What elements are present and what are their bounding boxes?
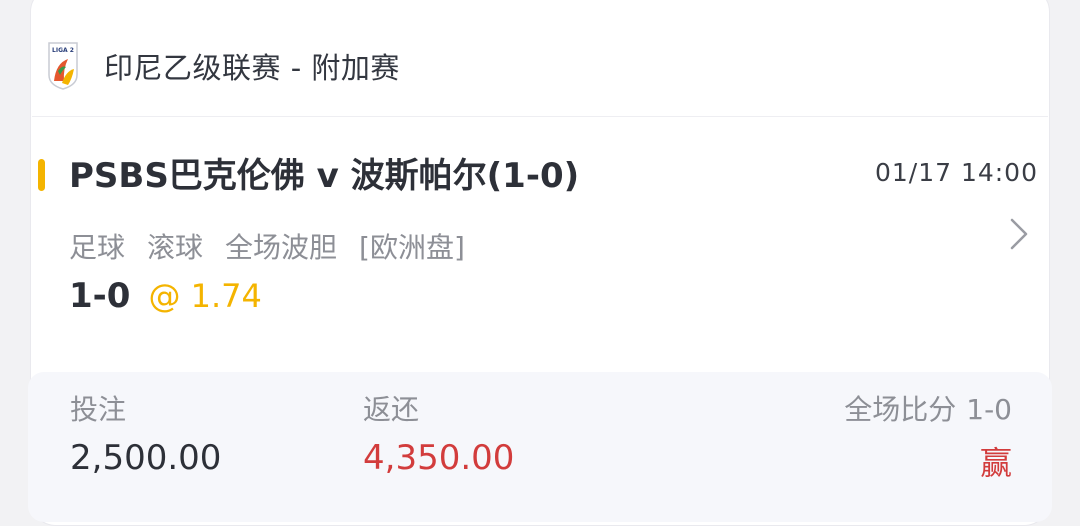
result-label: 全场比分	[844, 393, 957, 426]
stake-value: 2,500.00	[70, 438, 222, 478]
return-value: 4,350.00	[363, 438, 515, 478]
bet-type-odds-format: [欧洲盘]	[359, 231, 465, 264]
result-score: 1-0	[966, 393, 1012, 426]
match-accent-bar	[38, 159, 45, 191]
svg-text:LIGA 2: LIGA 2	[52, 47, 74, 54]
return-label: 返还	[363, 393, 420, 426]
match-time: 01/17 14:00	[874, 158, 1038, 187]
result-column: 全场比分 1-0 赢	[844, 388, 1012, 484]
selection-row: 1-0 @ 1.74	[69, 276, 262, 316]
selection-score: 1-0	[69, 276, 131, 316]
league-title: 印尼乙级联赛 - 附加赛	[104, 51, 400, 85]
league-header: LIGA 2 印尼乙级联赛 - 附加赛	[46, 36, 400, 96]
match-title[interactable]: PSBS巴克伦佛 v 波斯帕尔(1-0)	[69, 148, 579, 197]
bet-type-inplay: 滚球	[147, 231, 204, 264]
stake-column: 投注 2,500.00	[70, 388, 221, 478]
bet-type-market: 全场波胆	[225, 231, 338, 264]
bet-type-sport: 足球	[69, 231, 126, 264]
selection-odds: @ 1.74	[148, 277, 262, 315]
liga-2-logo-icon: LIGA 2	[48, 42, 78, 90]
divider	[32, 116, 1048, 117]
result-status-badge: 赢	[979, 444, 1012, 482]
bet-type-tags: 足球 滚球 全场波胆 [欧洲盘]	[69, 226, 487, 266]
stake-label: 投注	[70, 393, 127, 426]
return-column: 返还 4,350.00	[363, 388, 514, 478]
chevron-right-icon[interactable]	[1004, 216, 1032, 252]
bet-summary-panel: 投注 2,500.00 返还 4,350.00 全场比分 1-0 赢	[28, 372, 1052, 522]
